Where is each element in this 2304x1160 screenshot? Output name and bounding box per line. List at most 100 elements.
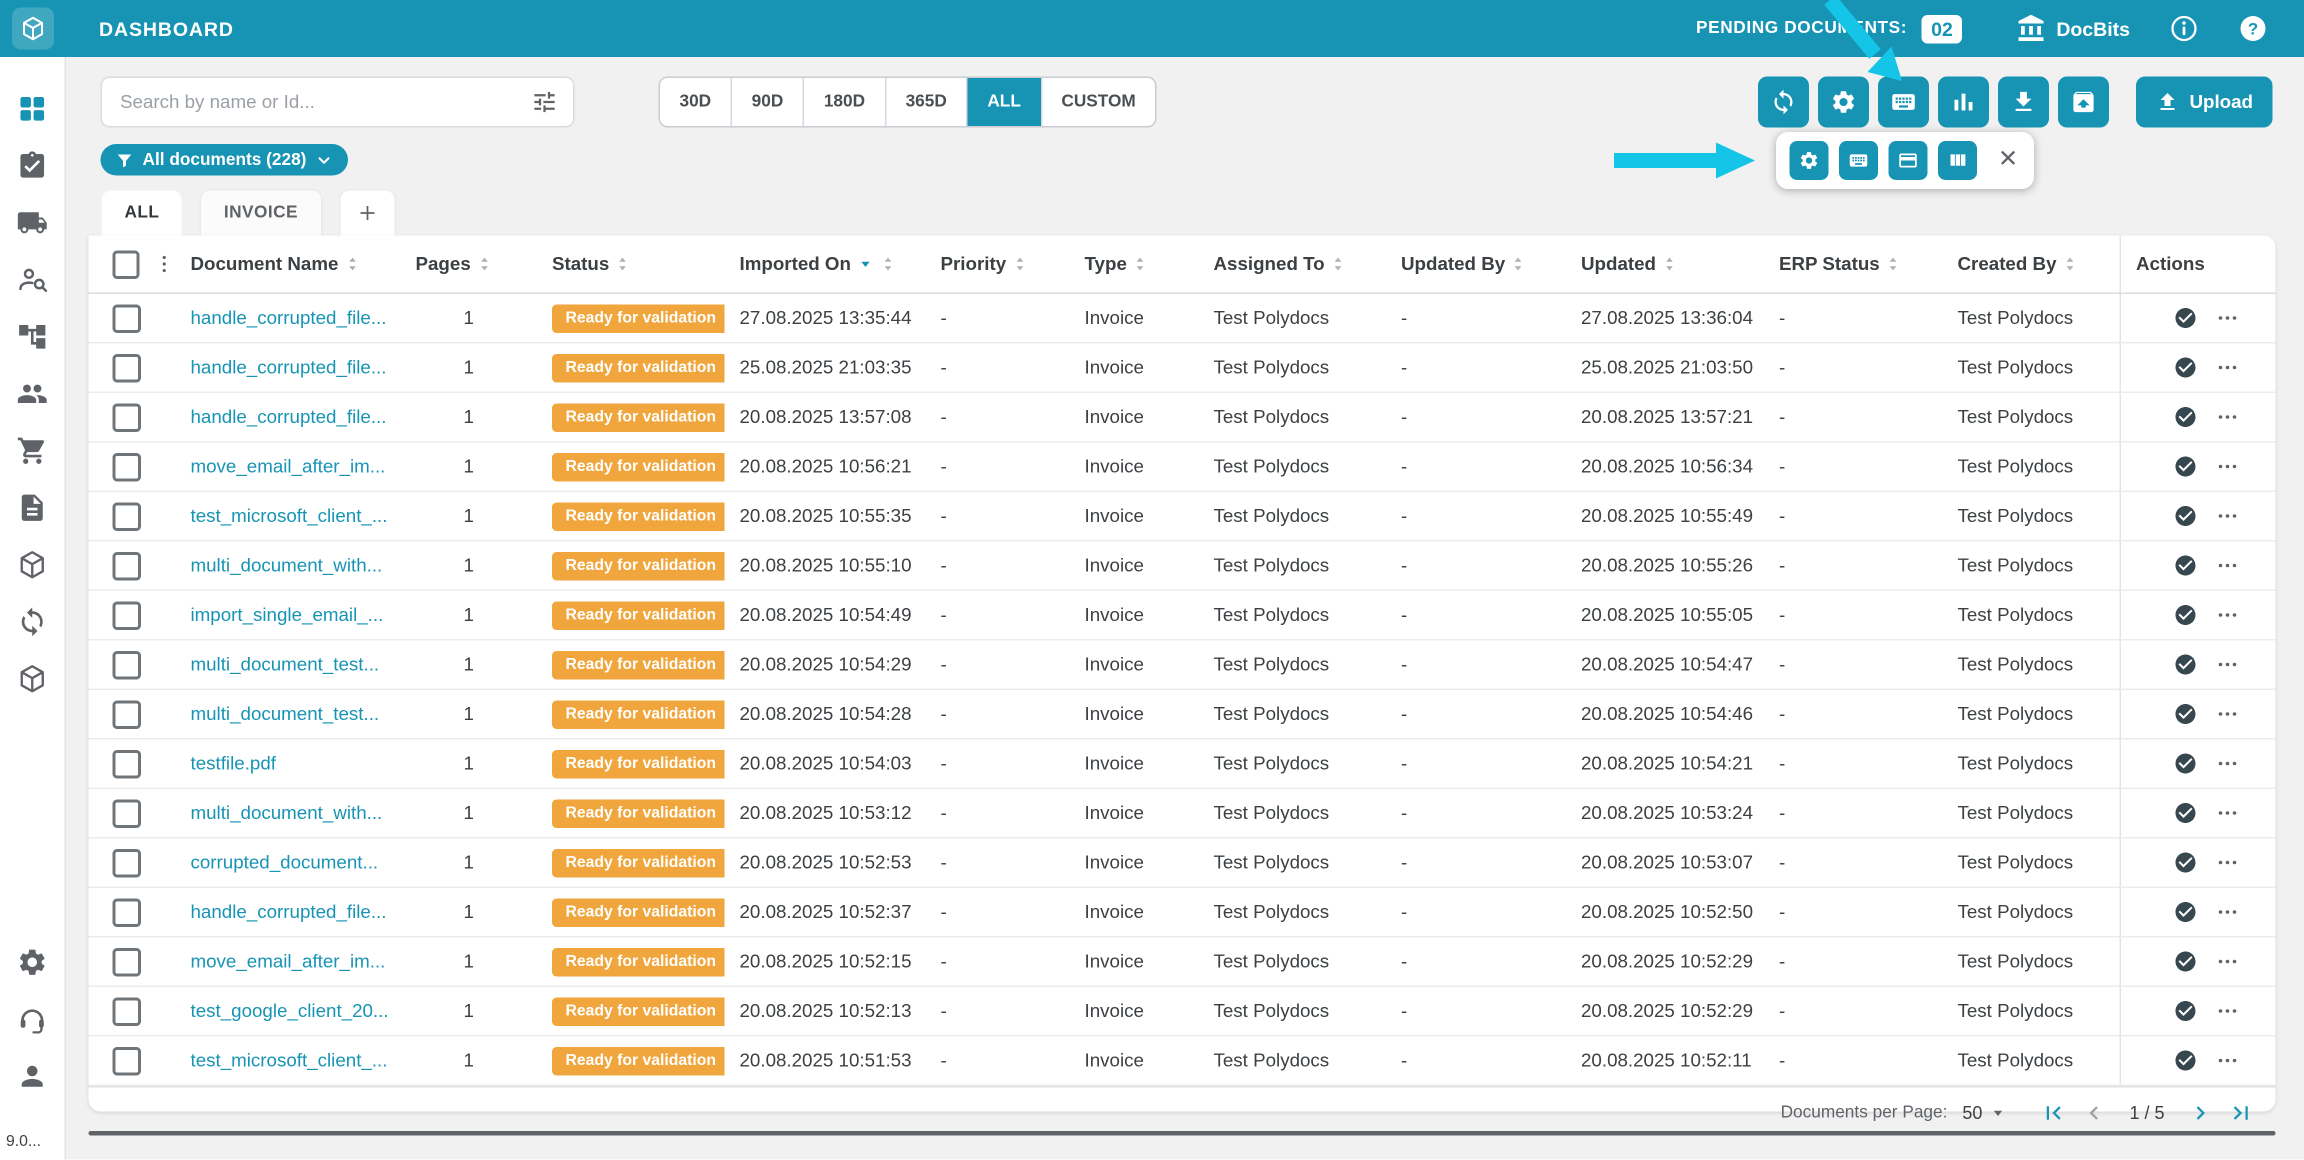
validate-check-icon[interactable] bbox=[2173, 1049, 2197, 1073]
document-link[interactable]: multi_document_test... bbox=[191, 704, 380, 725]
range-90d[interactable]: 90D bbox=[731, 78, 803, 126]
row-checkbox[interactable] bbox=[113, 353, 142, 382]
validate-check-icon[interactable] bbox=[2173, 653, 2197, 677]
document-link[interactable]: handle_corrupted_file... bbox=[191, 357, 387, 378]
validate-check-icon[interactable] bbox=[2173, 603, 2197, 627]
column-header-type[interactable]: Type bbox=[1070, 236, 1199, 293]
document-link[interactable]: handle_corrupted_file... bbox=[191, 902, 387, 923]
validate-check-icon[interactable] bbox=[2173, 950, 2197, 974]
row-checkbox[interactable] bbox=[113, 799, 142, 828]
document-link[interactable]: handle_corrupted_file... bbox=[191, 308, 387, 329]
validate-check-icon[interactable] bbox=[2173, 504, 2197, 528]
row-checkbox[interactable] bbox=[113, 502, 142, 531]
document-link[interactable]: multi_document_test... bbox=[191, 654, 380, 675]
document-link[interactable]: import_single_email_... bbox=[191, 605, 384, 626]
tab-invoice[interactable]: INVOICE bbox=[201, 191, 320, 236]
analytics-button[interactable] bbox=[1937, 77, 1988, 128]
search-input[interactable] bbox=[117, 90, 531, 114]
sidebar-item-users[interactable] bbox=[17, 378, 49, 410]
settings-button[interactable] bbox=[1817, 77, 1868, 128]
organization-switcher[interactable]: DocBits bbox=[2016, 14, 2130, 44]
popup-card-button[interactable] bbox=[1889, 141, 1928, 180]
popup-keyboard-button[interactable] bbox=[1839, 141, 1878, 180]
sidebar-item-purchases[interactable] bbox=[17, 435, 49, 467]
row-menu-icon[interactable] bbox=[2215, 554, 2239, 578]
sync-button[interactable] bbox=[1757, 77, 1808, 128]
column-header-priority[interactable]: Priority bbox=[926, 236, 1070, 293]
document-link[interactable]: multi_document_with... bbox=[191, 803, 383, 824]
row-menu-icon[interactable] bbox=[2215, 801, 2239, 825]
export-button[interactable] bbox=[1997, 77, 2048, 128]
column-header-status[interactable]: Status bbox=[537, 236, 725, 293]
column-header-imported-on[interactable]: Imported On bbox=[725, 236, 926, 293]
popup-columns-button[interactable] bbox=[1938, 141, 1977, 180]
sidebar-item-packages[interactable] bbox=[17, 549, 49, 581]
row-checkbox[interactable] bbox=[113, 898, 142, 927]
select-all-checkbox[interactable] bbox=[113, 250, 140, 279]
sidebar-item-support[interactable] bbox=[17, 1004, 49, 1036]
row-menu-icon[interactable] bbox=[2215, 455, 2239, 479]
row-checkbox[interactable] bbox=[113, 601, 142, 630]
column-header-updated-by[interactable]: Updated By bbox=[1386, 236, 1566, 293]
document-link[interactable]: corrupted_document... bbox=[191, 852, 379, 873]
horizontal-scrollbar[interactable] bbox=[89, 1131, 2276, 1136]
add-tab-button[interactable] bbox=[340, 191, 394, 236]
last-page-button[interactable] bbox=[2228, 1099, 2255, 1126]
row-checkbox[interactable] bbox=[113, 997, 142, 1026]
row-checkbox[interactable] bbox=[113, 650, 142, 679]
validate-check-icon[interactable] bbox=[2173, 455, 2197, 479]
row-menu-icon[interactable] bbox=[2215, 405, 2239, 429]
help-icon[interactable] bbox=[2238, 14, 2268, 44]
popup-settings-button[interactable] bbox=[1790, 141, 1829, 180]
row-menu-icon[interactable] bbox=[2215, 504, 2239, 528]
column-header-updated[interactable]: Updated bbox=[1566, 236, 1764, 293]
sidebar-item-products[interactable] bbox=[17, 663, 49, 695]
row-menu-icon[interactable] bbox=[2215, 702, 2239, 726]
sidebar-item-tasks[interactable] bbox=[17, 150, 49, 182]
row-menu-icon[interactable] bbox=[2215, 999, 2239, 1023]
previous-page-button[interactable] bbox=[2080, 1099, 2107, 1126]
row-menu-icon[interactable] bbox=[2215, 900, 2239, 924]
row-menu-icon[interactable] bbox=[2215, 1049, 2239, 1073]
range-custom[interactable]: CUSTOM bbox=[1040, 78, 1155, 126]
row-menu-icon[interactable] bbox=[2215, 356, 2239, 380]
range-365d[interactable]: 365D bbox=[885, 78, 967, 126]
row-checkbox[interactable] bbox=[113, 452, 142, 481]
upload-button[interactable]: Upload bbox=[2135, 77, 2272, 128]
sidebar-item-profile[interactable] bbox=[17, 1061, 49, 1093]
document-link[interactable]: test_microsoft_client_... bbox=[191, 506, 388, 527]
sidebar-item-sync[interactable] bbox=[17, 606, 49, 638]
validate-check-icon[interactable] bbox=[2173, 702, 2197, 726]
row-checkbox[interactable] bbox=[113, 403, 142, 432]
validate-check-icon[interactable] bbox=[2173, 306, 2197, 330]
column-header-erp-status[interactable]: ERP Status bbox=[1764, 236, 1943, 293]
column-header-pages[interactable]: Pages bbox=[401, 236, 538, 293]
document-link[interactable]: test_microsoft_client_... bbox=[191, 1050, 388, 1071]
validate-check-icon[interactable] bbox=[2173, 851, 2197, 875]
unarchive-button[interactable] bbox=[2057, 77, 2108, 128]
sidebar-item-workflow[interactable] bbox=[17, 321, 49, 353]
documents-filter-pill[interactable]: All documents (228) bbox=[101, 144, 349, 176]
column-header-assigned-to[interactable]: Assigned To bbox=[1199, 236, 1387, 293]
document-link[interactable]: testfile.pdf bbox=[191, 753, 276, 774]
row-menu-icon[interactable] bbox=[2215, 603, 2239, 627]
sidebar-item-settings[interactable] bbox=[17, 947, 49, 979]
column-header-document-name[interactable]: Document Name bbox=[176, 236, 401, 293]
row-menu-icon[interactable] bbox=[2215, 851, 2239, 875]
row-checkbox[interactable] bbox=[113, 1046, 142, 1075]
popup-close-button[interactable]: ✕ bbox=[1995, 149, 2021, 173]
range-all[interactable]: ALL bbox=[966, 78, 1040, 126]
keyboard-button[interactable] bbox=[1877, 77, 1928, 128]
validate-check-icon[interactable] bbox=[2173, 900, 2197, 924]
range-180d[interactable]: 180D bbox=[803, 78, 885, 126]
sidebar-item-shipping[interactable] bbox=[17, 207, 49, 239]
row-checkbox[interactable] bbox=[113, 848, 142, 877]
row-menu-icon[interactable] bbox=[2215, 653, 2239, 677]
next-page-button[interactable] bbox=[2187, 1099, 2214, 1126]
sidebar-item-documents[interactable] bbox=[17, 492, 49, 524]
first-page-button[interactable] bbox=[2039, 1099, 2066, 1126]
row-checkbox[interactable] bbox=[113, 700, 142, 729]
document-link[interactable]: handle_corrupted_file... bbox=[191, 407, 387, 428]
row-checkbox[interactable] bbox=[113, 551, 142, 580]
document-link[interactable]: move_email_after_im... bbox=[191, 951, 386, 972]
